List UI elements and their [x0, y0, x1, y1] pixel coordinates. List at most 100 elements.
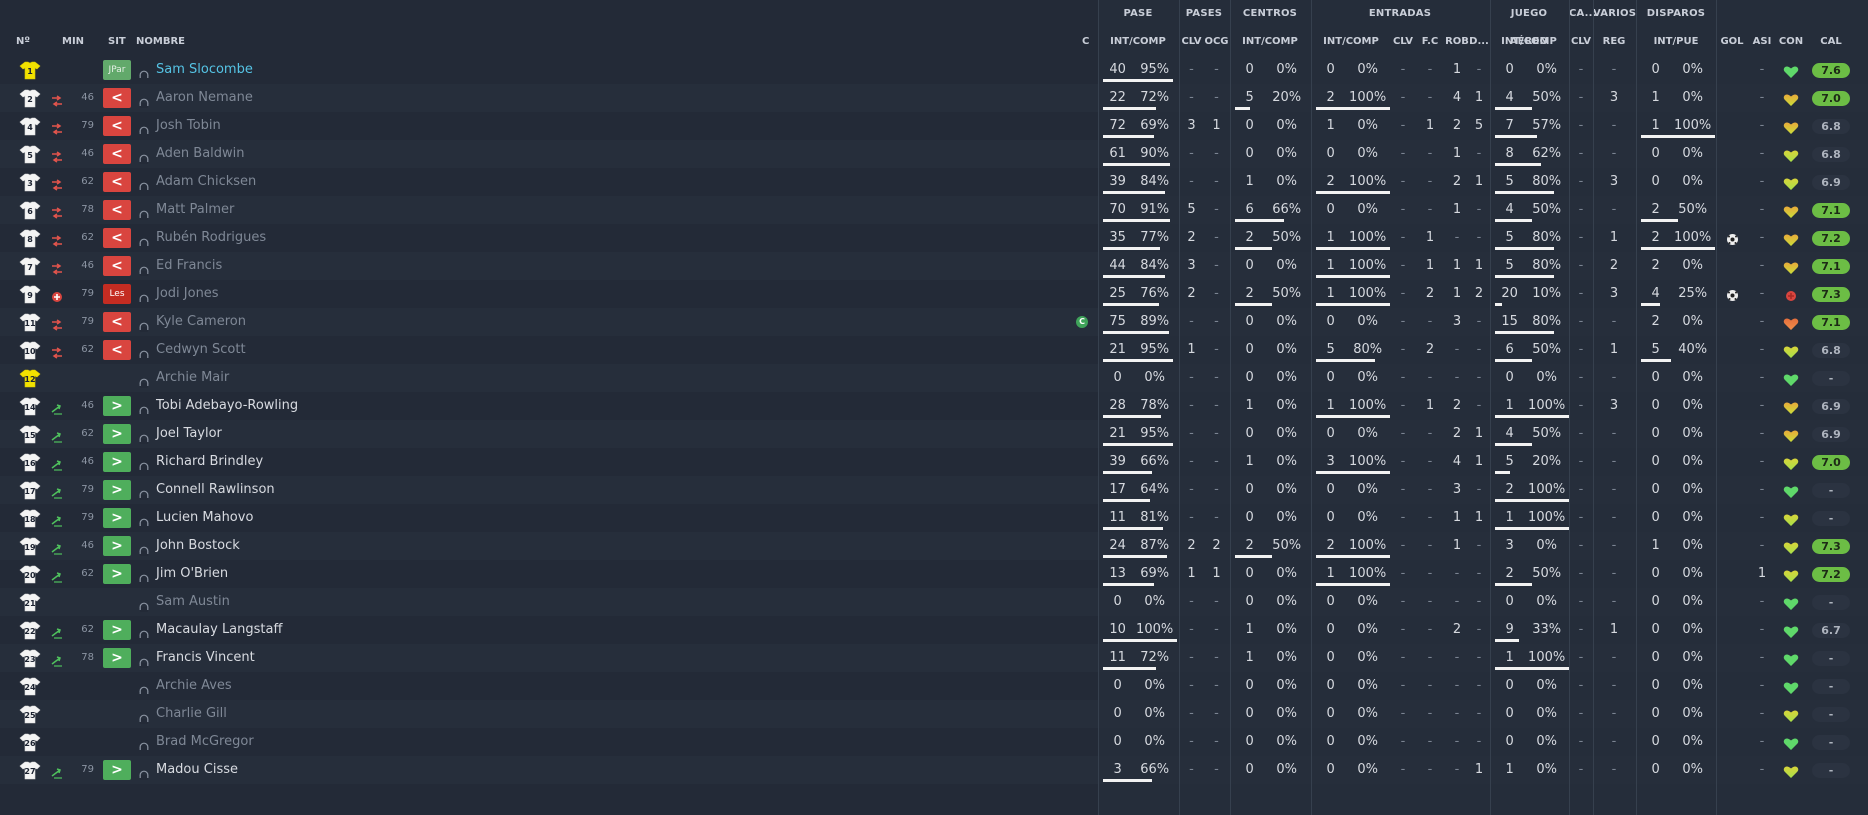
- col-header-pase-int-comp[interactable]: INT/COMP: [1098, 28, 1178, 56]
- situation-badge[interactable]: <: [103, 200, 131, 220]
- group-header-pase[interactable]: PASE: [1098, 0, 1178, 28]
- situation-badge[interactable]: >: [103, 648, 131, 668]
- player-name[interactable]: Kyle Cameron: [156, 308, 246, 336]
- player-name[interactable]: Cedwyn Scott: [156, 336, 246, 364]
- situation-badge[interactable]: <: [103, 340, 131, 360]
- player-name[interactable]: Brad McGregor: [156, 728, 254, 756]
- situation-badge[interactable]: >: [103, 760, 131, 780]
- table-row[interactable]: 6 78 < Matt Palmer 70 91% 5-6 66% 0 0% - -1-4 50% - -2…: [0, 196, 1868, 224]
- player-name[interactable]: Ed Francis: [156, 252, 222, 280]
- player-name[interactable]: Joel Taylor: [156, 420, 222, 448]
- situation-badge[interactable]: >: [103, 620, 131, 640]
- player-name[interactable]: Lucien Mahovo: [156, 504, 253, 532]
- col-header-entradas-clv[interactable]: CLV: [1391, 28, 1415, 56]
- situation-badge[interactable]: JPar: [103, 60, 131, 80]
- col-header-cal[interactable]: CAL: [1810, 28, 1852, 56]
- player-name[interactable]: Archie Aves: [156, 672, 232, 700]
- player-name[interactable]: Aaron Nemane: [156, 84, 253, 112]
- situation-badge[interactable]: >: [103, 396, 131, 416]
- col-header-nombre[interactable]: NOMBRE: [136, 28, 185, 56]
- col-header-pases-clv[interactable]: CLV: [1179, 28, 1204, 56]
- situation-badge[interactable]: <: [103, 144, 131, 164]
- player-name[interactable]: Josh Tobin: [156, 112, 221, 140]
- group-header-disparos[interactable]: DISPAROS: [1636, 0, 1716, 28]
- group-header-entradas[interactable]: ENTRADAS: [1311, 0, 1489, 28]
- player-name[interactable]: Rubén Rodrigues: [156, 224, 266, 252]
- player-name[interactable]: Sam Austin: [156, 588, 230, 616]
- table-row[interactable]: 10 62 < Cedwyn Scott 21 95% 1-0 0% 5 80% -2- -6 50% -…: [0, 336, 1868, 364]
- table-row[interactable]: 3 62 < Adam Chicksen 39 84% - -1 0% 2 100% - -2 1 5 80%…: [0, 168, 1868, 196]
- table-row[interactable]: 23 78 > Francis Vincent 11 72% - -1 0% 0 0% - - - -1 10…: [0, 644, 1868, 672]
- player-name[interactable]: Francis Vincent: [156, 644, 255, 672]
- player-name[interactable]: Tobi Adebayo-Rowling: [156, 392, 298, 420]
- situation-badge[interactable]: <: [103, 312, 131, 332]
- table-row[interactable]: 12 Archie Mair 0 0% - - 0 0% 0 0% - - - - 0 0% - - 0 0% - -: [0, 364, 1868, 392]
- col-header-min[interactable]: MIN: [62, 28, 84, 56]
- col-header-rob[interactable]: ROB: [1445, 28, 1469, 56]
- situation-badge[interactable]: <: [103, 256, 131, 276]
- col-header-disparos-int-pue[interactable]: INT/PUE: [1636, 28, 1716, 56]
- table-row[interactable]: 14 46 > Tobi Adebayo-Rowling 28 78% - -1 0% 1 100%…: [0, 392, 1868, 420]
- group-header-varios[interactable]: VARIOS: [1593, 0, 1636, 28]
- player-name[interactable]: Macaulay Langstaff: [156, 616, 282, 644]
- situation-badge[interactable]: <: [103, 116, 131, 136]
- table-row[interactable]: 5 46 < Aden Baldwin 61 90% - -0 0% 0 0% - -1-8 62% - -0…: [0, 140, 1868, 168]
- table-row[interactable]: 21 Sam Austin 0 0% - - 0 0% 0 0% - - - - 0 0% - - 0 0% - -: [0, 588, 1868, 616]
- table-row[interactable]: 4 79 < Josh Tobin 72 69% 3 1 0 0% 1 0% -1 2 5 7 57% - -1 10…: [0, 112, 1868, 140]
- situation-badge[interactable]: >: [103, 508, 131, 528]
- col-header-fc[interactable]: F.C: [1415, 28, 1445, 56]
- table-row[interactable]: 26 Brad McGregor 0 0% - - 0 0% 0 0% - - - - 0 0% - - 0 0% - -: [0, 728, 1868, 756]
- col-header-no[interactable]: Nº: [16, 28, 30, 56]
- player-name[interactable]: Jim O'Brien: [156, 560, 228, 588]
- situation-badge[interactable]: <: [103, 228, 131, 248]
- table-row[interactable]: 16 46 > Richard Brindley 39 66% - -1 0% 3 100% - -4 1…: [0, 448, 1868, 476]
- col-header-reg[interactable]: REG: [1593, 28, 1635, 56]
- group-header-pases[interactable]: PASES: [1179, 0, 1229, 28]
- table-row[interactable]: 24 Archie Aves 0 0% - - 0 0% 0 0% - - - - 0 0% - - 0 0% - -: [0, 672, 1868, 700]
- table-row[interactable]: 17 79 > Connell Rawlinson 17 64% - -0 0% 0 0% - -3-2…: [0, 476, 1868, 504]
- situation-badge[interactable]: >: [103, 424, 131, 444]
- table-row[interactable]: 25 Charlie Gill 0 0% - - 0 0% 0 0% - - - - 0 0% - - 0 0% - -: [0, 700, 1868, 728]
- situation-badge[interactable]: >: [103, 480, 131, 500]
- situation-badge[interactable]: >: [103, 452, 131, 472]
- table-row[interactable]: 18 79 > Lucien Mahovo 11 81% - -0 0% 0 0% - -1 1 1 100%…: [0, 504, 1868, 532]
- col-header-ocg[interactable]: OCG: [1204, 28, 1229, 56]
- table-row[interactable]: 22 62 > Macaulay Langstaff 10 100% - -1 0% 0 0% - -2…: [0, 616, 1868, 644]
- player-name[interactable]: Sam Slocombe: [156, 56, 253, 84]
- player-name[interactable]: Archie Mair: [156, 364, 229, 392]
- col-header-entradas-int-comp[interactable]: INT/COMP: [1311, 28, 1391, 56]
- col-header-asi[interactable]: ASI: [1747, 28, 1777, 56]
- table-row[interactable]: 19 46 > John Bostock 24 87% 2 2 2 50% 2 100% - -1-3 0%…: [0, 532, 1868, 560]
- player-name[interactable]: John Bostock: [156, 532, 240, 560]
- player-name[interactable]: Connell Rawlinson: [156, 476, 275, 504]
- col-header-d[interactable]: D...: [1469, 28, 1489, 56]
- situation-badge[interactable]: <: [103, 88, 131, 108]
- table-row[interactable]: 9 79 Les Jodi Jones 25 76% 2-2 50% 1 100% -2 1 2 20 10…: [0, 280, 1868, 308]
- situation-badge[interactable]: >: [103, 536, 131, 556]
- group-header-juego-aereo[interactable]: JUEGO AÉREO: [1490, 0, 1568, 47]
- col-header-gol[interactable]: GOL: [1717, 28, 1747, 56]
- col-header-aereo-int-comp[interactable]: INT/COMP: [1490, 28, 1568, 56]
- player-name[interactable]: Aden Baldwin: [156, 140, 245, 168]
- table-row[interactable]: 27 79 > Madou Cisse 3 66% - -0 0% 0 0% - - -1 1 0% - -0 0%…: [0, 756, 1868, 784]
- table-row[interactable]: 11 79 < Kyle Cameron C 75 89% - -0 0% 0 0% - -3-15 80%…: [0, 308, 1868, 336]
- col-header-con[interactable]: CON: [1777, 28, 1805, 56]
- table-row[interactable]: 8 62 < Rubén Rodrigues 35 77% 2-2 50% 1 100% -1- -5…: [0, 224, 1868, 252]
- player-name[interactable]: Matt Palmer: [156, 196, 234, 224]
- group-header-centros[interactable]: CENTROS: [1230, 0, 1310, 28]
- player-name[interactable]: Madou Cisse: [156, 756, 238, 784]
- col-header-sit[interactable]: SIT: [108, 28, 126, 56]
- table-row[interactable]: 15 62 > Joel Taylor 21 95% - -0 0% 0 0% - -2 1 4 50% - -0…: [0, 420, 1868, 448]
- group-header-ca[interactable]: CA...: [1569, 0, 1596, 28]
- table-row[interactable]: 2 46 < Aaron Nemane 22 72% - -5 20% 2 100% - -4 1 4 50%…: [0, 84, 1868, 112]
- player-name[interactable]: Adam Chicksen: [156, 168, 256, 196]
- table-row[interactable]: 7 46 < Ed Francis 44 84% 3-0 0% 1 100% -1 1 1 5 80% -2 2…: [0, 252, 1868, 280]
- player-name[interactable]: Charlie Gill: [156, 700, 227, 728]
- situation-badge[interactable]: Les: [103, 284, 131, 304]
- col-header-centros-int-comp[interactable]: INT/COMP: [1230, 28, 1310, 56]
- player-name[interactable]: Richard Brindley: [156, 448, 263, 476]
- situation-badge[interactable]: <: [103, 172, 131, 192]
- situation-badge[interactable]: >: [103, 564, 131, 584]
- col-header-c[interactable]: C: [1082, 28, 1089, 56]
- table-row[interactable]: 1 JPar Sam Slocombe 40 95% - -0 0% 0 0% - -1-0 0% - -0…: [0, 56, 1868, 84]
